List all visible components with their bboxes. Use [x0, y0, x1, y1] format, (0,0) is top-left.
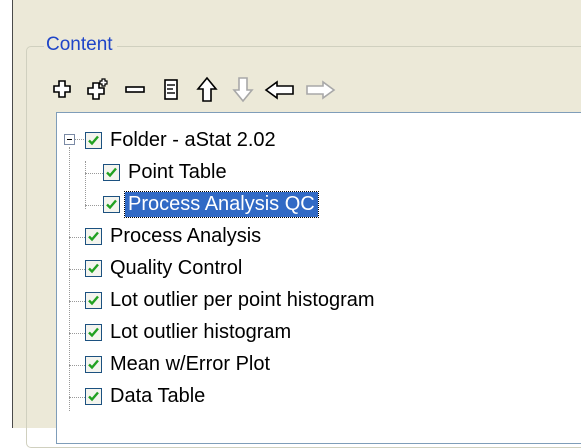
tree-connector	[85, 173, 103, 174]
move-right-button[interactable]	[304, 76, 338, 106]
plus-icon	[53, 80, 71, 98]
tree-item-label: Folder - aStat 2.02	[110, 128, 276, 151]
minus-icon	[125, 86, 145, 93]
tree-item-label: Lot outlier histogram	[110, 320, 292, 343]
checkmark-icon	[88, 135, 99, 145]
checkbox[interactable]	[85, 387, 102, 405]
tree-connector	[85, 161, 86, 209]
arrow-left-icon	[264, 80, 294, 100]
checkbox[interactable]	[85, 227, 102, 245]
tree-connector	[69, 301, 85, 302]
checkmark-icon	[88, 327, 99, 337]
checkbox[interactable]	[85, 355, 102, 373]
checkbox[interactable]	[85, 131, 102, 149]
remove-button[interactable]	[122, 76, 150, 106]
tree-item[interactable]: Point Table	[103, 156, 230, 188]
checkbox[interactable]	[85, 291, 102, 309]
checkmark-icon	[88, 263, 99, 273]
tree-item[interactable]: Mean w/Error Plot	[85, 348, 273, 380]
tree-item-label: Lot outlier per point histogram	[110, 288, 375, 311]
tree-item-folder[interactable]: Folder - aStat 2.02	[85, 124, 279, 156]
tree-item-label: Point Table	[128, 160, 227, 183]
content-tree[interactable]: Folder - aStat 2.02 Point Table Process …	[56, 112, 581, 444]
content-group-title: Content	[44, 34, 117, 56]
tree-item-label: Mean w/Error Plot	[110, 352, 271, 375]
move-up-button[interactable]	[194, 76, 222, 106]
add-item-button[interactable]	[50, 76, 78, 106]
list-document-icon	[164, 79, 178, 100]
add-child-button[interactable]	[86, 76, 114, 106]
tree-item[interactable]: Lot outlier per point histogram	[85, 284, 378, 316]
checkmark-icon	[88, 231, 99, 241]
tree-connector	[69, 397, 85, 398]
plus-child-icon	[87, 78, 108, 100]
tree-connector	[85, 205, 103, 206]
checkbox[interactable]	[103, 163, 120, 181]
tree-item[interactable]: Data Table	[85, 380, 208, 412]
tree-connector	[69, 147, 70, 411]
tree-item-label: Quality Control	[110, 256, 243, 279]
checkbox[interactable]	[85, 259, 102, 277]
collapse-toggle[interactable]	[64, 134, 75, 145]
tree-connector	[74, 139, 84, 140]
checkmark-icon	[88, 359, 99, 369]
move-down-button[interactable]	[230, 76, 258, 106]
tree-item-label: Process Analysis	[110, 224, 262, 247]
checkmark-icon	[88, 295, 99, 305]
tree-item-selected[interactable]: Process Analysis QC	[103, 188, 319, 220]
tree-connector	[69, 237, 85, 238]
tree-item[interactable]: Lot outlier histogram	[85, 316, 294, 348]
tree-connector	[69, 365, 85, 366]
arrow-down-icon	[232, 77, 254, 103]
tree-connector	[69, 269, 85, 270]
tree-item[interactable]: Quality Control	[85, 252, 245, 284]
tree-item-label: Process Analysis QC	[124, 190, 319, 218]
tree-connector	[69, 333, 85, 334]
checkmark-icon	[106, 199, 117, 209]
arrow-up-icon	[196, 76, 218, 102]
checkmark-icon	[88, 391, 99, 401]
checkmark-icon	[106, 167, 117, 177]
move-left-button[interactable]	[264, 76, 298, 106]
checkbox[interactable]	[103, 195, 120, 213]
properties-button[interactable]	[158, 76, 186, 106]
tree-item[interactable]: Process Analysis	[85, 220, 264, 252]
checkbox[interactable]	[85, 323, 102, 341]
arrow-right-icon	[306, 80, 336, 100]
tree-item-label: Data Table	[110, 384, 206, 407]
